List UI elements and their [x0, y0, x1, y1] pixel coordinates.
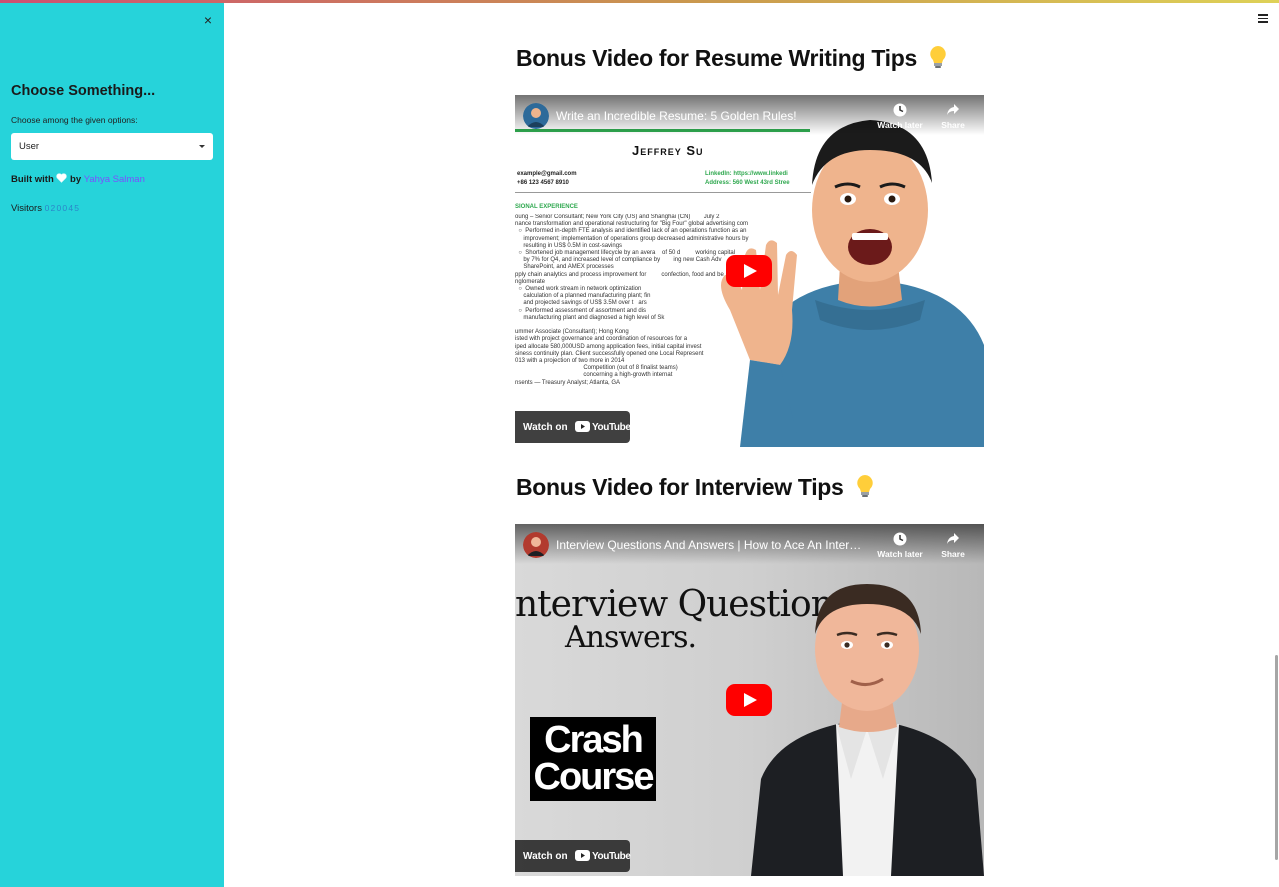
option-select[interactable]: User — [11, 133, 213, 160]
resume-email: example@gmail.com — [517, 171, 577, 177]
share-label: Share — [941, 120, 965, 130]
crash-course-badge: Crash Course — [530, 717, 656, 801]
watch-on-label: Watch on — [523, 851, 568, 862]
select-value: User — [19, 141, 40, 152]
lightbulb-icon — [856, 475, 873, 497]
interview-video-embed[interactable]: nterview Question Answers. Crash Course … — [515, 524, 984, 876]
youtube-logo-icon: YouTube — [575, 850, 631, 864]
section-heading-resume: Bonus Video for Resume Writing Tips — [516, 45, 947, 72]
section-heading-text: Bonus Video for Interview Tips — [516, 474, 844, 500]
built-with-text: Built with — [11, 174, 54, 185]
visitors-label: Visitors — [11, 203, 42, 214]
video-title[interactable]: Interview Questions And Answers | How to… — [556, 538, 866, 552]
badge-line-1: Crash — [544, 719, 644, 761]
visitors-count: 020045 — [44, 203, 81, 213]
badge-line-2: Course — [533, 756, 655, 798]
hamburger-menu-icon[interactable] — [1258, 14, 1268, 23]
watch-on-youtube-button[interactable]: Watch on YouTube — [515, 411, 631, 443]
sidebar: × Choose Something... Choose among the g… — [0, 3, 224, 887]
resume-video-embed[interactable]: Jeffrey Su example@gmail.com +86 123 456… — [515, 95, 984, 447]
heart-icon — [56, 173, 68, 183]
thumbnail-subheadline: Answers. — [565, 620, 697, 655]
clock-icon — [893, 532, 907, 546]
share-icon — [947, 533, 959, 544]
watch-on-label: Watch on — [523, 422, 568, 433]
watch-later-button[interactable]: Watch later — [874, 532, 926, 559]
page-scrollbar[interactable] — [1275, 655, 1278, 860]
built-with-credit: Built with by Yahya Salman — [11, 173, 145, 185]
visitors-counter: Visitors 020045 — [11, 203, 80, 214]
sidebar-title: Choose Something... — [11, 83, 156, 99]
section-heading-text: Bonus Video for Resume Writing Tips — [516, 45, 917, 71]
watch-later-button[interactable]: Watch later — [874, 103, 926, 130]
share-icon — [947, 104, 959, 115]
lightbulb-icon — [930, 46, 946, 68]
caret-down-icon — [199, 145, 205, 148]
youtube-word: YouTube — [592, 851, 631, 862]
video-title[interactable]: Write an Incredible Resume: 5 Golden Rul… — [556, 109, 866, 123]
channel-avatar[interactable] — [523, 103, 549, 129]
section-heading-interview: Bonus Video for Interview Tips — [516, 474, 874, 501]
resume-section-title: SIONAL EXPERIENCE — [515, 204, 578, 210]
select-label: Choose among the given options: — [11, 115, 138, 125]
video-thumbnail-person — [751, 584, 984, 876]
author-link[interactable]: Yahya Salman — [84, 174, 145, 185]
share-label: Share — [941, 549, 965, 559]
play-icon[interactable] — [726, 255, 772, 287]
share-button[interactable]: Share — [927, 103, 979, 130]
watch-later-label: Watch later — [877, 120, 923, 130]
channel-avatar[interactable] — [523, 532, 549, 558]
resume-phone: +86 123 4567 8910 — [517, 180, 569, 186]
youtube-logo-icon: YouTube — [575, 421, 631, 435]
watch-later-label: Watch later — [877, 549, 923, 559]
youtube-word: YouTube — [592, 422, 631, 433]
share-button[interactable]: Share — [927, 532, 979, 559]
resume-name: Jeffrey Su — [632, 143, 704, 158]
play-icon[interactable] — [726, 684, 772, 716]
clock-icon — [893, 103, 907, 117]
close-icon[interactable]: × — [201, 13, 215, 27]
by-text: by — [70, 174, 82, 185]
watch-on-youtube-button[interactable]: Watch on YouTube — [515, 840, 631, 872]
